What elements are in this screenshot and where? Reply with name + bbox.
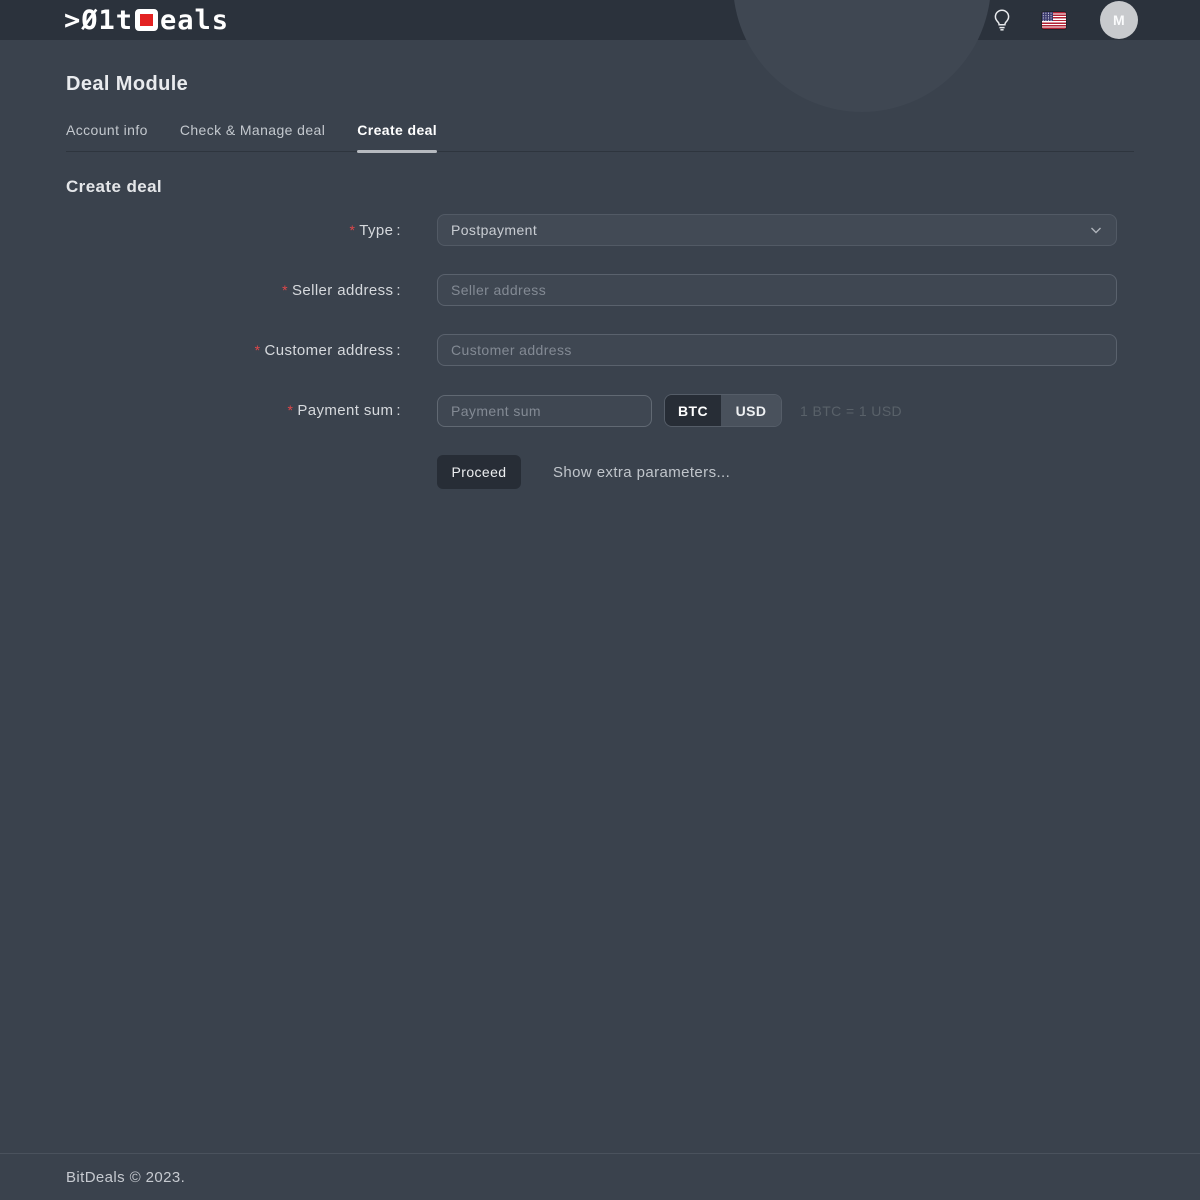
seller-address-input[interactable] [437, 274, 1117, 306]
form-row-type: *Type: Postpayment [66, 214, 1134, 246]
form-row-customer: *Customer address: [66, 334, 1134, 366]
type-select-value: Postpayment [451, 222, 537, 238]
main-content: Deal Module Account info Check & Manage … [0, 0, 1200, 489]
tab-create-deal[interactable]: Create deal [357, 122, 437, 151]
page-title: Deal Module [66, 73, 1134, 96]
required-mark: * [349, 222, 355, 238]
required-mark: * [255, 342, 261, 358]
section-title: Create deal [66, 177, 1134, 197]
actions-control: Proceed Show extra parameters... [437, 455, 730, 489]
currency-toggle: BTC USD [664, 394, 782, 427]
exchange-rate-text: 1 BTC = 1 USD [800, 403, 902, 419]
footer: BitDeals © 2023. [0, 1153, 1200, 1200]
tab-check-manage-deal[interactable]: Check & Manage deal [180, 122, 325, 151]
seller-address-control [437, 274, 1117, 306]
customer-address-label: *Customer address: [66, 342, 401, 359]
show-extra-parameters-link[interactable]: Show extra parameters... [553, 464, 730, 481]
footer-copyright: BitDeals © 2023. [66, 1169, 185, 1186]
currency-option-btc[interactable]: BTC [665, 395, 721, 426]
type-control: Postpayment [437, 214, 1117, 246]
create-deal-form: *Type: Postpayment *Seller address: [66, 214, 1134, 489]
page: >Ø1t eals M Deal Module Account info Che… [0, 0, 1200, 1200]
customer-address-control [437, 334, 1117, 366]
type-label: *Type: [66, 222, 401, 239]
customer-address-input[interactable] [437, 334, 1117, 366]
payment-sum-input[interactable] [437, 395, 652, 427]
tab-bar: Account info Check & Manage deal Create … [66, 122, 1134, 152]
payment-sum-control: BTC USD 1 BTC = 1 USD [437, 394, 902, 427]
chevron-down-icon [1089, 223, 1103, 237]
currency-option-usd[interactable]: USD [721, 395, 781, 426]
type-select[interactable]: Postpayment [437, 214, 1117, 246]
form-row-actions: Proceed Show extra parameters... [66, 455, 1134, 489]
form-row-seller: *Seller address: [66, 274, 1134, 306]
form-row-payment: *Payment sum: BTC USD 1 BTC = 1 USD [66, 394, 1134, 427]
tab-account-info[interactable]: Account info [66, 122, 148, 151]
required-mark: * [282, 282, 288, 298]
required-mark: * [287, 402, 293, 418]
proceed-button[interactable]: Proceed [437, 455, 521, 489]
seller-address-label: *Seller address: [66, 282, 401, 299]
payment-sum-label: *Payment sum: [66, 402, 401, 419]
